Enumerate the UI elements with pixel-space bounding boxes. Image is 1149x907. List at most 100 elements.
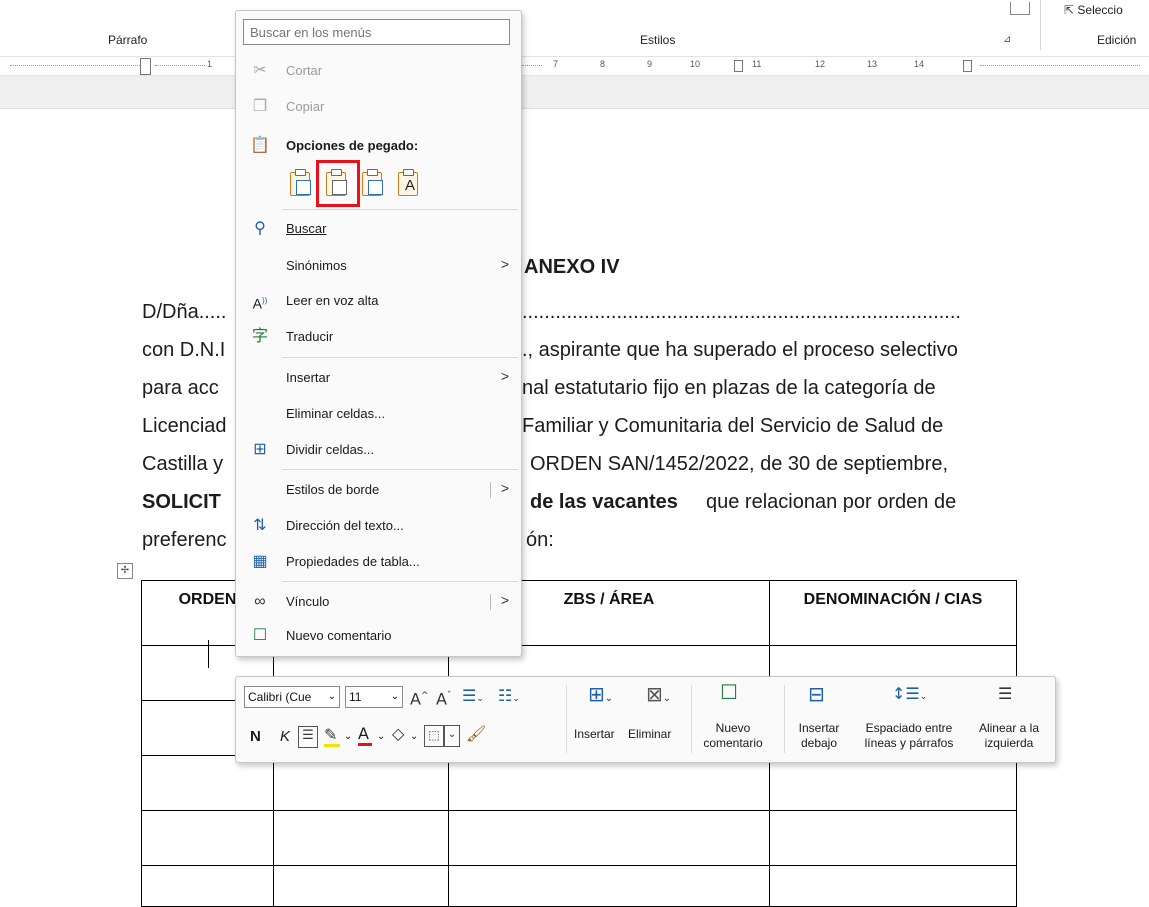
table-cell[interactable]: [448, 755, 770, 811]
shading-icon[interactable]: ◇: [392, 725, 404, 743]
chevron-down-icon[interactable]: ⌄: [410, 731, 418, 742]
paragraph-line-right: nal estatutario fijo en plazas de la cat…: [522, 377, 936, 399]
menu-item-synonyms[interactable]: Sinónimos >: [236, 251, 521, 281]
table-cell[interactable]: [448, 810, 770, 866]
ribbon-style-box-icon[interactable]: [1010, 2, 1030, 15]
page-margin-band: [0, 76, 1149, 109]
table-row: [141, 865, 1017, 907]
table-cell[interactable]: [769, 810, 1017, 866]
spacing-label[interactable]: Espaciado entre líneas y párrafos: [852, 721, 966, 751]
ruler-number: 1: [207, 59, 213, 69]
menu-item-link[interactable]: ∞ Vínculo >: [236, 587, 521, 617]
paste-insert-rows-icon[interactable]: [358, 169, 386, 199]
menu-item-table-properties[interactable]: ▦ Propiedades de tabla...: [236, 547, 521, 577]
ruler-number: 13: [867, 59, 878, 69]
new-comment-icon[interactable]: ☐: [720, 682, 738, 702]
table-cell[interactable]: [448, 865, 770, 907]
table-row: [141, 810, 1017, 866]
paragraph-line-right: ón:: [526, 529, 554, 551]
ruler-column-marker-icon[interactable]: [963, 60, 972, 72]
menu-item-split-cells[interactable]: ⊞ Dividir celdas...: [236, 435, 521, 465]
ruler-dots: [155, 65, 205, 66]
menu-item-insert[interactable]: Insertar >: [236, 363, 521, 393]
cursor-arrow-icon: ⇱: [1064, 3, 1075, 17]
menu-item-copy[interactable]: ❐ Copiar: [236, 92, 521, 122]
document-heading: ANEXO IV: [524, 256, 620, 278]
select-button[interactable]: ⇱ Seleccio: [1064, 3, 1123, 17]
search-icon: ⚲: [254, 220, 266, 237]
table-cell[interactable]: [273, 865, 449, 907]
menu-item-cut[interactable]: ✂ Cortar: [236, 56, 521, 86]
menu-item-find[interactable]: ⚲ Buscar: [236, 214, 521, 244]
delete-label: Eliminar: [628, 727, 672, 741]
table-cell[interactable]: [141, 755, 274, 811]
paste-text-only-icon[interactable]: A: [394, 169, 422, 199]
horizontal-ruler[interactable]: 1 7 8 9 10 11 12 13 14: [0, 56, 1149, 76]
table-header-cell[interactable]: DENOMINACIÓN / CIAS: [769, 580, 1017, 646]
paragraph-line-left: preferenc: [142, 529, 227, 551]
format-painter-icon[interactable]: 🖌: [466, 725, 486, 743]
grow-font-icon[interactable]: A^: [410, 687, 429, 708]
table-cell[interactable]: [769, 865, 1017, 907]
bullets-icon[interactable]: ☰⌄: [462, 687, 484, 708]
table-cell[interactable]: [141, 865, 274, 907]
table-cell[interactable]: [273, 810, 449, 866]
select-label: Seleccio: [1077, 3, 1123, 17]
table-move-handle-icon[interactable]: ✢: [117, 563, 133, 579]
delete-table-icon[interactable]: ⊠⌄: [646, 684, 671, 708]
group-label-paragraph: Párrafo: [108, 33, 148, 47]
menu-item-label: Insertar: [286, 370, 331, 385]
menu-item-label: Leer en voz alta: [286, 293, 379, 308]
chevron-down-icon[interactable]: ⌄: [377, 731, 385, 742]
chevron-down-icon[interactable]: ⌄: [344, 731, 352, 742]
chevron-right-icon: >: [500, 480, 509, 496]
font-size-combo[interactable]: 11 ⌄: [345, 686, 403, 708]
menu-item-translate[interactable]: 字 Traducir: [236, 322, 521, 352]
paste-option-highlight: [316, 160, 360, 207]
toolbar-separator: [566, 685, 567, 753]
menu-item-border-styles[interactable]: Estilos de borde >: [236, 475, 521, 505]
align-center-icon[interactable]: ☰: [298, 726, 318, 748]
numbering-icon[interactable]: ☷⌄: [498, 687, 520, 708]
align-left-label[interactable]: Alinear a la izquierda: [970, 721, 1048, 751]
line-spacing-icon[interactable]: ↕☰⌄: [892, 685, 927, 706]
menu-item-read-aloud[interactable]: A)) Leer en voz alta: [236, 286, 521, 316]
new-comment-label[interactable]: Nuevo comentario: [698, 721, 768, 751]
menu-item-text-direction[interactable]: ⇅ Dirección del texto...: [236, 511, 521, 541]
ruler-number: 14: [914, 59, 925, 69]
paragraph-line-left: D/Dña.....: [142, 301, 227, 323]
ruler-number: 8: [600, 59, 606, 69]
insert-below-icon[interactable]: ⊟: [808, 684, 825, 704]
shrink-font-icon[interactable]: Aˇ: [436, 687, 451, 708]
highlight-icon[interactable]: ✎: [324, 726, 340, 747]
bold-button[interactable]: N: [250, 728, 261, 745]
paragraph-line-left: con D.N.I: [142, 339, 226, 361]
table-cell[interactable]: [141, 810, 274, 866]
menu-separator: [282, 209, 518, 210]
chevron-down-icon[interactable]: ⌄: [444, 725, 460, 747]
italic-button[interactable]: K: [280, 728, 290, 745]
font-color-icon[interactable]: A: [358, 725, 372, 746]
clipboard-icon: 📋: [250, 137, 270, 154]
menu-separator: [282, 357, 518, 358]
font-name-combo[interactable]: Calibri (Cue ⌄: [244, 686, 340, 708]
read-aloud-icon: A)): [252, 295, 268, 312]
table-cell[interactable]: [769, 755, 1017, 811]
paste-nest-table-icon[interactable]: [286, 169, 314, 199]
menu-item-delete-cells[interactable]: Eliminar celdas...: [236, 399, 521, 429]
insert-table-icon[interactable]: ⊞⌄: [588, 684, 613, 708]
menu-item-label: Dividir celdas...: [286, 442, 375, 457]
chevron-right-icon: >: [500, 592, 509, 608]
menu-item-paste-options: 📋 Opciones de pegado:: [236, 131, 521, 161]
borders-icon[interactable]: ⬚: [424, 725, 444, 747]
menu-search-input[interactable]: [243, 19, 510, 45]
menu-item-new-comment[interactable]: ☐ Nuevo comentario: [236, 621, 521, 651]
align-left-icon[interactable]: ☰: [998, 685, 1012, 703]
insert-below-label[interactable]: Insertar debajo: [792, 721, 846, 751]
ruler-number: 7: [553, 59, 559, 69]
ruler-column-marker-icon[interactable]: [734, 60, 743, 72]
ruler-indent-marker-icon[interactable]: [140, 58, 151, 75]
dialog-launcher-icon[interactable]: ⊿: [1003, 34, 1011, 45]
font-name-value: Calibri (Cue: [248, 690, 312, 704]
table-cell[interactable]: [273, 755, 449, 811]
